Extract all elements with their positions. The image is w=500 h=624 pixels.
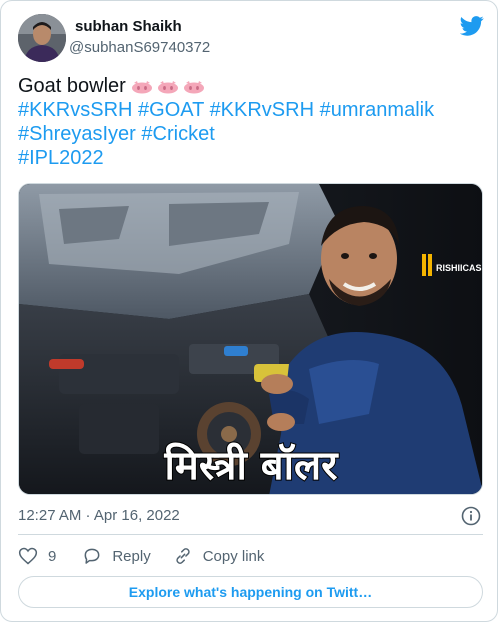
heart-icon	[18, 547, 38, 565]
pig-nose-icon	[184, 80, 205, 94]
hashtag-link[interactable]: #KKRvSRH	[210, 99, 314, 121]
tweet-card: subhan Shaikh @subhanS69740372 Goat bowl…	[0, 0, 498, 622]
pig-emoji-group	[131, 75, 209, 97]
avatar-image	[18, 14, 66, 62]
like-button[interactable]: 9	[18, 546, 56, 566]
explore-button[interactable]: Explore what's happening on Twitt…	[18, 576, 483, 608]
reply-button[interactable]: Reply	[82, 546, 151, 566]
hashtag-line-1: #KKRvsSRH #GOAT #KKRvSRH #umranmalik	[18, 98, 478, 122]
hashtag-line-3: #IPL2022	[18, 146, 478, 170]
pig-nose-icon	[158, 80, 179, 94]
tweet-first-line: Goat bowler	[18, 74, 478, 98]
hashtag-link[interactable]: #umranmalik	[320, 99, 434, 121]
hashtag-link[interactable]: #IPL2022	[18, 147, 104, 169]
twitter-bird-icon[interactable]	[460, 16, 484, 36]
media-illustration: RISHIICASM मिस्त्री बॉलर	[19, 184, 483, 494]
tweet-body: Goat bowler	[18, 75, 126, 97]
hashtag-link[interactable]: #KKRvsSRH	[18, 99, 132, 121]
hashtag-line-2: #ShreyasIyer #Cricket	[18, 122, 478, 146]
tweet-text: Goat bowler #KKRvsSRH #GOAT #KKRvSRH #um…	[18, 74, 478, 170]
media-caption: मिस्त्री बॉलर	[164, 442, 340, 489]
user-handle[interactable]: @subhanS69740372	[69, 39, 210, 56]
hashtag-link[interactable]: #GOAT	[138, 99, 204, 121]
tweet-timestamp[interactable]: 12:27 AM · Apr 16, 2022	[18, 507, 180, 524]
media-watermark: RISHIICASM	[436, 263, 483, 273]
copy-link-label: Copy link	[202, 547, 265, 565]
reply-icon	[84, 548, 100, 564]
avatar[interactable]	[18, 14, 66, 62]
divider	[18, 534, 483, 535]
pig-nose-icon	[132, 80, 153, 94]
hashtag-link[interactable]: #Cricket	[141, 123, 214, 145]
tweet-media-image[interactable]: RISHIICASM मिस्त्री बॉलर	[18, 183, 483, 495]
tweet-actions: 9 Reply Copy link	[18, 544, 264, 568]
copy-link-button[interactable]: Copy link	[173, 546, 265, 566]
info-icon[interactable]	[461, 506, 481, 526]
like-count: 9	[48, 547, 57, 565]
reply-label: Reply	[112, 547, 151, 565]
link-icon	[176, 548, 190, 564]
hashtag-link[interactable]: #ShreyasIyer	[18, 123, 136, 145]
user-display-name[interactable]: subhan Shaikh	[75, 18, 182, 35]
